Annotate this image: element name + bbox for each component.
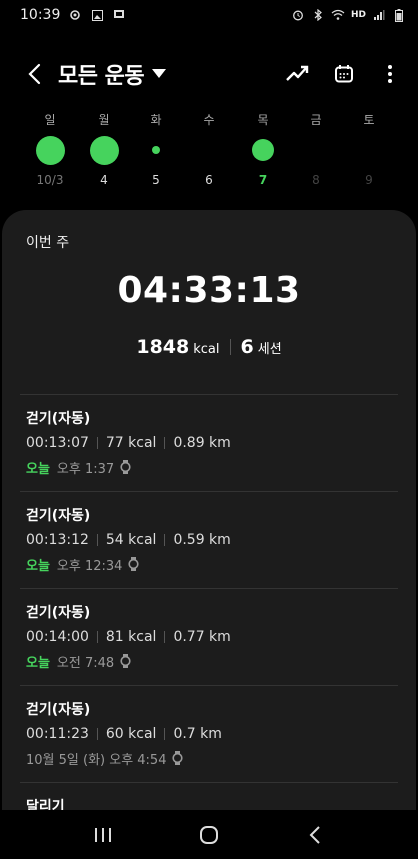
day-name: 일 [44,113,56,127]
cast-icon [112,8,126,22]
workout-entry-partial[interactable]: 달리기 [2,783,416,810]
day-name: 수 [203,113,215,127]
back-button[interactable] [22,59,46,89]
watch-icon [120,654,131,668]
workout-title: 걷기(자동) [26,411,91,427]
chevron-left-icon [28,63,41,85]
day-thu[interactable]: 목 7 [238,112,288,188]
workout-entry[interactable]: 걷기(자동) 00:11:23 60 kcal 0.7 km 10월 5일 (화… [2,686,416,782]
activity-dot [35,135,65,165]
day-sat: 토 9 [344,112,394,188]
day-name: 월 [98,113,110,127]
watch-icon [128,557,140,571]
watch-icon [172,751,184,765]
workout-distance: 0.77 km [173,629,231,645]
day-number: 6 [205,173,213,187]
workout-kcal: 77 kcal [105,435,157,451]
sessions-unit: 세션 [257,342,282,357]
workout-time: 오후 1:37 [56,461,115,477]
workout-distance: 0.59 km [173,532,231,548]
day-wed[interactable]: 수 6 [184,112,234,188]
workout-distance: 0.89 km [173,435,231,451]
day-tue[interactable]: 화 5 [131,112,181,188]
workout-title: 달리기 [26,799,65,810]
today-label: 오늘 [26,655,50,671]
day-mon[interactable]: 월 4 [79,112,129,188]
workout-kcal: 54 kcal [105,532,157,548]
workout-entry[interactable]: 걷기(자동) 00:13:12 54 kcal 0.59 km 오늘 오후 12… [2,492,416,588]
battery-icon [392,8,406,22]
back-nav-icon [309,825,320,844]
total-kcal: 1848 [136,336,190,358]
workout-duration: 00:14:00 [26,629,89,645]
workout-title: 걷기(자동) [26,702,91,718]
day-number: 10/3 [36,173,64,187]
notification-icon [68,8,82,22]
workout-entry[interactable]: 걷기(자동) 00:13:07 77 kcal 0.89 km 오늘 오후 1:… [2,395,416,491]
workout-duration: 00:11:23 [26,726,89,742]
day-name: 토 [363,113,375,127]
day-number-today: 7 [258,173,268,187]
more-options-button[interactable] [378,62,402,86]
day-number: 9 [365,173,373,187]
dropdown-triangle-icon [152,69,167,78]
day-sun[interactable]: 일 10/3 [25,112,75,188]
home-button[interactable] [189,815,229,855]
alarm-icon [291,8,305,22]
trend-chart-icon [286,65,309,81]
workout-entry[interactable]: 걷기(자동) 00:14:00 81 kcal 0.77 km 오늘 오전 7:… [2,589,416,685]
recent-apps-button[interactable] [83,815,123,855]
total-sessions: 6 [240,336,254,358]
day-number: 4 [100,173,108,187]
kcal-unit: kcal [193,342,220,357]
workout-time: 오후 12:34 [56,558,123,574]
calendar-icon [335,65,353,83]
workout-duration: 00:13:07 [26,435,89,451]
week-strip: 일 10/3 월 4 화 5 수 6 목 7 금 8 토 9 [0,112,418,192]
workout-list: 걷기(자동) 00:13:07 77 kcal 0.89 km 오늘 오후 1:… [2,394,416,810]
page-title: 모든 운동 [58,64,145,89]
more-options-icon [388,65,392,83]
watch-icon [120,460,131,474]
network-label: HD [350,10,366,20]
activity-dot [252,139,274,161]
status-time: 10:39 [20,7,61,23]
today-label: 오늘 [26,461,50,477]
workout-kcal: 81 kcal [105,629,157,645]
workout-kcal: 60 kcal [105,726,157,742]
period-label: 이번 주 [26,235,70,251]
workout-time: 10월 5일 (화) 오후 4:54 [26,752,167,768]
system-nav-bar [0,810,418,859]
day-name: 화 [150,113,162,127]
summary-stats: 1848 kcal 6 세션 [2,336,416,358]
day-fri: 금 8 [291,112,341,188]
day-number: 8 [312,173,320,187]
wifi-icon [331,8,345,22]
status-bar: 10:39 HD [0,0,418,30]
calendar-button[interactable] [332,62,356,86]
day-number: 5 [152,173,160,187]
back-nav-button[interactable] [295,815,335,855]
stat-divider [229,339,231,355]
workout-time: 오전 7:48 [56,655,115,671]
home-icon [200,825,218,844]
gallery-icon [90,8,104,22]
today-label: 오늘 [26,558,50,574]
trend-button[interactable] [286,62,310,86]
workout-title: 걷기(자동) [26,605,91,621]
app-header: 모든 운동 [0,50,418,98]
workout-distance: 0.7 km [173,726,222,742]
activity-dot [152,146,160,154]
summary-panel: 이번 주 04:33:13 1848 kcal 6 세션 걷기(자동) 00:13:… [2,210,416,810]
recent-apps-icon [95,827,111,842]
bluetooth-icon [311,8,325,22]
workout-title: 걷기(자동) [26,508,91,524]
workout-duration: 00:13:12 [26,532,89,548]
activity-dot [89,135,119,165]
day-name: 목 [257,113,269,127]
total-duration: 04:33:13 [117,270,301,311]
signal-icon [372,8,386,22]
workout-type-dropdown[interactable]: 모든 운동 [58,58,167,90]
day-name: 금 [310,113,322,127]
